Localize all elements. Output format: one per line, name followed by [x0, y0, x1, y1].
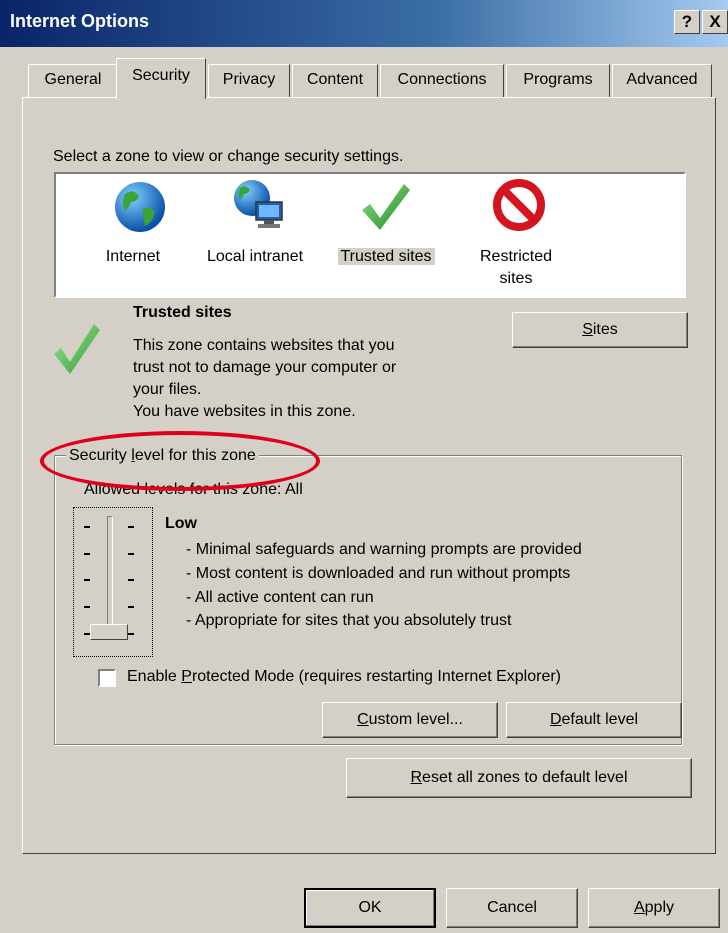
tab-advanced[interactable]: Advanced	[612, 64, 712, 98]
slider-tick	[84, 579, 90, 581]
protected-mode-label[interactable]: Enable Protected Mode (requires restarti…	[127, 668, 561, 686]
security-level-name: Low	[165, 515, 197, 532]
zone-info-desc-1: This zone contains websites that you	[133, 337, 395, 354]
globe-icon	[115, 182, 165, 232]
zone-info-desc-2: trust not to damage your computer or	[133, 359, 397, 376]
zone-trusted-sites-text: Trusted sites	[337, 248, 435, 265]
tab-security[interactable]: Security	[116, 58, 206, 99]
apply-label: pply	[644, 899, 675, 916]
legend-pre: Security	[69, 447, 132, 464]
title-bar[interactable]: Internet Options ? X	[0, 0, 728, 47]
allowed-levels-text: Allowed levels for this zone: All	[84, 481, 303, 498]
protected-mode-checkbox[interactable]	[98, 669, 116, 687]
zone-info-desc-4: You have websites in this zone.	[133, 403, 356, 420]
legend-post: evel for this zone	[134, 447, 256, 464]
zone-list: Internet Local intranet Trusted sites Re…	[54, 172, 686, 298]
zone-trusted-sites-label: Trusted sites	[326, 246, 446, 268]
zone-internet[interactable]: Internet	[78, 174, 188, 294]
zone-internet-label: Internet	[105, 248, 161, 265]
zone-restricted-sites[interactable]: Restricted sites	[456, 174, 576, 294]
slider-tick	[128, 606, 134, 608]
trusted-sites-checkmark-icon	[54, 324, 100, 374]
slider-tick	[128, 633, 134, 635]
tab-general[interactable]: General	[28, 64, 118, 98]
tab-content[interactable]: Content	[292, 64, 378, 98]
restricted-icon	[493, 179, 545, 231]
apply-button[interactable]: Apply	[588, 888, 720, 928]
zone-local-intranet[interactable]: Local intranet	[190, 174, 320, 294]
sites-label: ites	[592, 321, 618, 338]
level-bullet-2: - Most content is downloaded and run wit…	[186, 565, 571, 582]
slider-tick	[128, 526, 134, 528]
window-title: Internet Options	[10, 11, 149, 31]
zone-restricted-label-line1: Restricted	[479, 248, 553, 265]
reset-all-zones-button[interactable]: Reset all zones to default level	[346, 758, 692, 798]
custom-level-button[interactable]: Custom level...	[322, 702, 498, 738]
apply-accel: A	[633, 899, 645, 916]
sites-button[interactable]: Sites	[512, 312, 688, 348]
tab-connections[interactable]: Connections	[380, 64, 504, 98]
zone-info-title: Trusted sites	[133, 304, 232, 321]
internet-options-dialog: Internet Options ? X General Security Pr…	[0, 0, 728, 933]
intranet-icon	[234, 180, 283, 228]
zone-local-intranet-label: Local intranet	[206, 248, 304, 265]
level-bullet-1: - Minimal safeguards and warning prompts…	[186, 541, 582, 558]
help-button[interactable]: ?	[674, 10, 700, 34]
slider-tick	[84, 526, 90, 528]
level-bullet-3: - All active content can run	[186, 589, 374, 606]
zone-instruction: Select a zone to view or change security…	[53, 148, 404, 165]
default-label: efault level	[561, 711, 639, 728]
security-level-legend: Security level for this zone	[66, 447, 259, 465]
cancel-button[interactable]: Cancel	[446, 888, 578, 928]
sites-accel: S	[582, 321, 593, 338]
slider-tick	[84, 553, 90, 555]
zone-restricted-sites-label: Restricted sites	[456, 246, 576, 290]
default-accel: D	[549, 711, 562, 728]
checkmark-icon	[362, 184, 410, 230]
protected-mode-accel: P	[181, 668, 192, 685]
zone-restricted-label-line2: sites	[499, 270, 533, 287]
slider-tick	[128, 553, 134, 555]
protected-mode-pre: Enable	[127, 668, 182, 685]
ok-button[interactable]: OK	[304, 888, 436, 928]
zone-info-desc-3: your files.	[133, 381, 202, 398]
close-button[interactable]: X	[702, 10, 728, 34]
tab-privacy[interactable]: Privacy	[208, 64, 290, 98]
custom-label: ustom level...	[368, 711, 463, 728]
protected-mode-post: rotected Mode (requires restarting Inter…	[191, 668, 561, 685]
reset-accel: R	[410, 769, 423, 786]
level-bullet-4: - Appropriate for sites that you absolut…	[186, 612, 512, 629]
zone-trusted-sites[interactable]: Trusted sites	[326, 174, 446, 294]
custom-accel: C	[357, 711, 369, 728]
slider-track	[107, 516, 113, 640]
slider-thumb[interactable]	[90, 624, 128, 640]
slider-tick	[128, 579, 134, 581]
reset-label: eset all zones to default level	[422, 769, 628, 786]
slider-tick	[84, 606, 90, 608]
default-level-button[interactable]: Default level	[506, 702, 682, 738]
tab-programs[interactable]: Programs	[506, 64, 610, 98]
